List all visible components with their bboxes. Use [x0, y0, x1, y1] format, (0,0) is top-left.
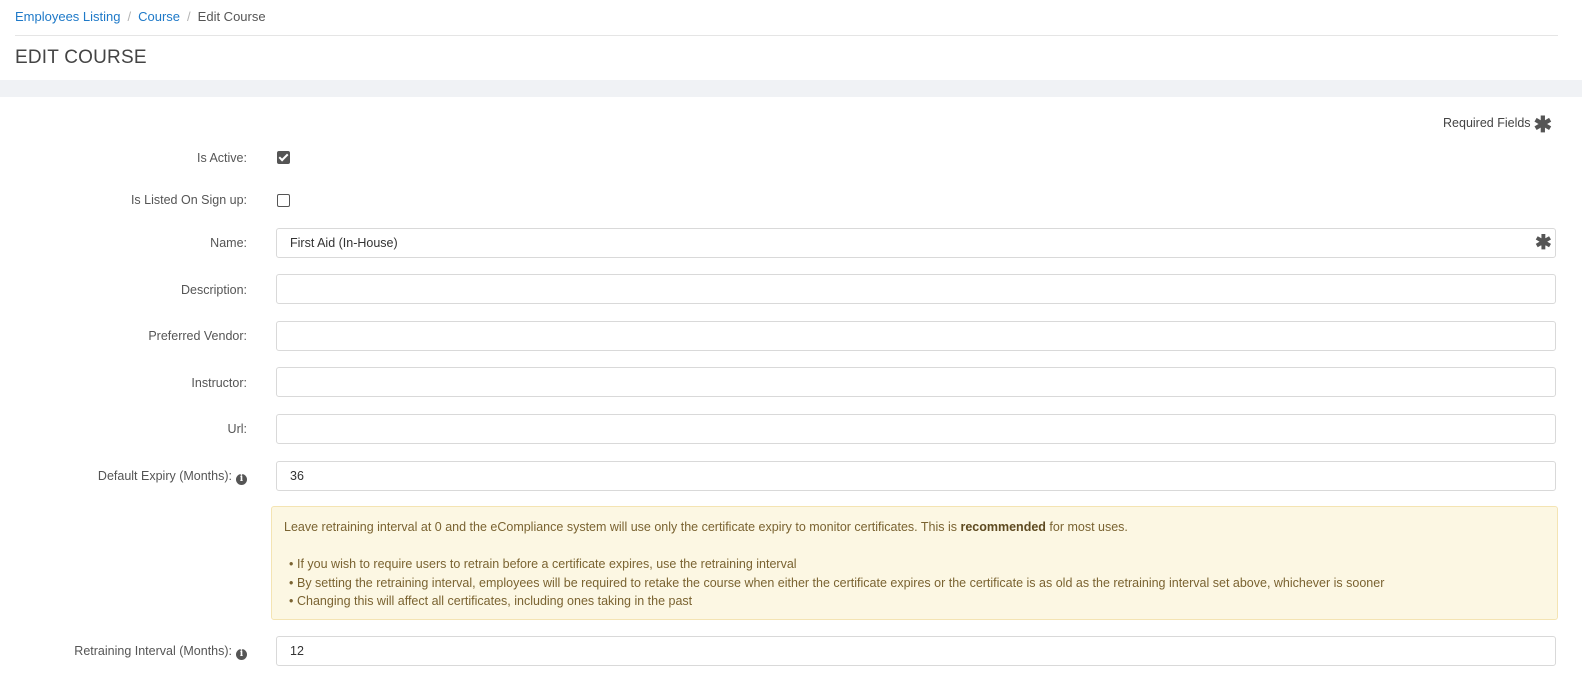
- breadcrumb-link-employees-listing[interactable]: Employees Listing: [15, 9, 121, 24]
- is-listed-checkbox[interactable]: [277, 194, 290, 207]
- retraining-interval-label: Retraining Interval (Months): i: [74, 643, 247, 660]
- url-label: Url:: [227, 422, 247, 436]
- alert-bullet-list: If you wish to require users to retrain …: [284, 555, 1545, 611]
- retraining-interval-label-text: Retraining Interval (Months):: [74, 644, 232, 658]
- section-gap: [0, 80, 1582, 97]
- url-input[interactable]: [276, 414, 1556, 444]
- breadcrumb-separator: /: [127, 9, 132, 24]
- alert-bullet: If you wish to require users to retrain …: [289, 555, 1545, 574]
- preferred-vendor-label: Preferred Vendor:: [148, 329, 247, 343]
- breadcrumb-link-course[interactable]: Course: [138, 9, 180, 24]
- preferred-vendor-input[interactable]: [276, 321, 1556, 351]
- breadcrumb-separator: /: [187, 9, 191, 24]
- name-input[interactable]: [276, 228, 1556, 258]
- description-input[interactable]: [276, 274, 1556, 304]
- required-fields-note: Required Fields ✱: [1443, 112, 1552, 137]
- required-star-icon: ✱: [1535, 232, 1552, 254]
- is-active-checkbox[interactable]: [277, 151, 290, 164]
- breadcrumb: Employees Listing / Course / Edit Course: [15, 9, 266, 25]
- alert-intro: Leave retraining interval at 0 and the e…: [284, 519, 1545, 535]
- required-star-icon: ✱: [1533, 112, 1552, 137]
- default-expiry-label: Default Expiry (Months): i: [98, 468, 247, 485]
- retraining-interval-input[interactable]: [276, 636, 1556, 666]
- default-expiry-label-text: Default Expiry (Months):: [97, 469, 232, 483]
- name-label: Name:: [210, 236, 247, 250]
- page-title: EDIT COURSE: [15, 47, 147, 68]
- page-header: Employees Listing / Course / Edit Course EDI…: [0, 0, 1582, 80]
- header-divider: [15, 35, 1558, 36]
- alert-intro-bold: recommended: [960, 520, 1046, 534]
- alert-bullet: By setting the retraining interval, empl…: [289, 574, 1545, 593]
- default-expiry-input[interactable]: [276, 461, 1556, 491]
- required-fields-label: Required Fields: [1443, 116, 1531, 130]
- instructor-label: Instructor:: [191, 376, 247, 390]
- retraining-info-alert: Leave retraining interval at 0 and the e…: [271, 506, 1558, 620]
- is-active-label: Is Active:: [196, 151, 247, 165]
- breadcrumb-current: Edit Course: [197, 9, 266, 24]
- description-label: Description:: [181, 283, 247, 297]
- info-icon[interactable]: i: [236, 649, 247, 660]
- alert-bullet: Changing this will affect all certificat…: [289, 592, 1545, 611]
- info-icon[interactable]: i: [236, 474, 247, 485]
- alert-intro-text: Leave retraining interval at 0 and the e…: [284, 520, 961, 534]
- is-listed-label: Is Listed On Sign up:: [130, 193, 247, 207]
- instructor-input[interactable]: [276, 367, 1556, 397]
- alert-intro-end: for most uses.: [1045, 520, 1128, 534]
